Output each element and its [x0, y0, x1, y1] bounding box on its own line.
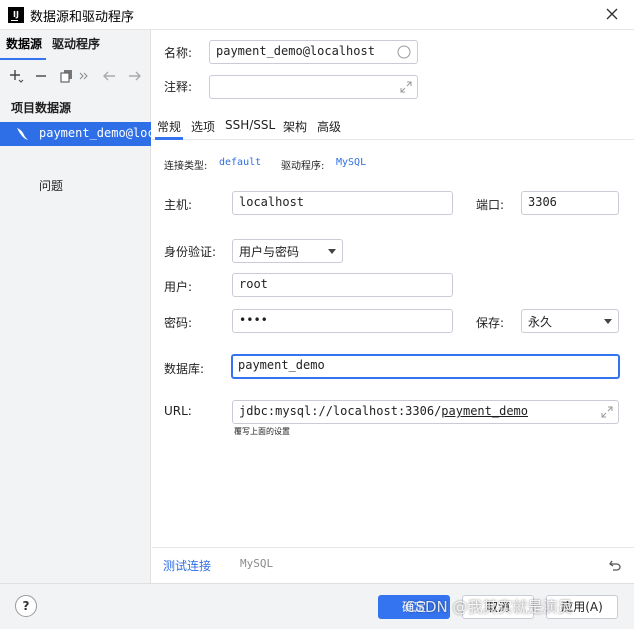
problems-label[interactable]: 问题 [39, 177, 63, 194]
remove-icon[interactable] [33, 68, 49, 84]
save-value: 永久 [528, 315, 553, 329]
driver-link[interactable]: MySQL [336, 157, 366, 168]
more-icon[interactable] [79, 68, 89, 84]
password-field[interactable]: •••• [232, 309, 453, 333]
forward-arrow-icon[interactable] [127, 68, 143, 84]
url-label: URL: [164, 404, 192, 418]
user-label: 用户: [164, 280, 193, 294]
host-value: localhost [239, 195, 305, 209]
test-connection-link[interactable]: 测试连接 [163, 557, 211, 574]
driver-label: 驱动程序: [281, 161, 325, 172]
save-select[interactable]: 永久 [521, 309, 619, 333]
expand-icon[interactable] [399, 80, 413, 94]
tab-underline [155, 137, 183, 140]
back-arrow-icon[interactable] [101, 68, 117, 84]
app-logo-icon: IJ [8, 7, 24, 23]
undo-icon[interactable] [608, 558, 622, 572]
tab-ssh-ssl[interactable]: SSH/SSL [225, 118, 275, 132]
tab-schemas[interactable]: 架构 [283, 118, 307, 135]
url-database-part: payment_demo [441, 404, 528, 418]
driver-name-label: MySQL [240, 557, 274, 570]
password-value: •••• [239, 313, 268, 327]
port-value: 3306 [528, 195, 557, 209]
port-field[interactable]: 3306 [521, 191, 619, 215]
connection-type-link[interactable]: default [219, 157, 261, 168]
watermark: CSDN @我其实就是演员 [405, 598, 573, 616]
settings-tabs: 常规 选项 SSH/SSL 架构 高级 [152, 112, 634, 140]
database-field[interactable]: payment_demo [231, 354, 620, 379]
chevron-down-icon [604, 319, 612, 324]
auth-label: 身份验证: [164, 245, 217, 259]
url-hint: 覆写上面的设置 [234, 427, 290, 436]
expand-icon[interactable] [600, 405, 614, 419]
data-source-label: payment_demo@localhost [39, 126, 151, 140]
dialog-footer: ? 确定 取消 应用(A) CSDN @我其实就是演员 [0, 583, 634, 629]
auth-select[interactable]: 用户与密码 [232, 239, 343, 263]
mysql-dolphin-icon [17, 128, 28, 140]
tab-drivers[interactable]: 驱动程序 [52, 35, 100, 52]
tab-data-sources[interactable]: 数据源 [6, 35, 42, 52]
port-label: 端口: [476, 198, 505, 212]
name-label: 名称: [164, 46, 193, 60]
connection-type-label: 连接类型: [164, 161, 208, 172]
tab-general[interactable]: 常规 [157, 118, 181, 135]
data-source-item[interactable]: payment_demo@localhost [0, 122, 151, 146]
project-data-sources-label: 项目数据源 [11, 101, 72, 115]
comment-label: 注释: [164, 80, 193, 94]
user-value: root [239, 277, 268, 291]
tab-underline [0, 58, 46, 60]
left-toolbar [0, 66, 151, 88]
host-label: 主机: [164, 198, 193, 212]
database-value: payment_demo [238, 358, 325, 372]
left-tabs: 数据源 驱动程序 [0, 30, 151, 60]
url-field[interactable]: jdbc:mysql://localhost:3306/payment_demo [232, 400, 619, 424]
close-icon[interactable] [604, 6, 620, 22]
add-icon[interactable] [8, 68, 24, 84]
user-field[interactable]: root [232, 273, 453, 297]
comment-field[interactable] [209, 75, 418, 99]
bottom-strip: 测试连接 MySQL [152, 547, 634, 583]
data-source-settings: 名称: payment_demo@localhost 注释: 常规 选项 SSH… [152, 30, 634, 583]
left-panel: 数据源 驱动程序 项目数据源 payment_demo@localhost [0, 30, 151, 583]
copy-icon[interactable] [59, 68, 75, 84]
save-label: 保存: [476, 316, 505, 330]
window-title: 数据源和驱动程序 [30, 10, 135, 25]
tab-options[interactable]: 选项 [191, 118, 215, 135]
auth-value: 用户与密码 [239, 245, 300, 259]
tab-advanced[interactable]: 高级 [317, 118, 341, 135]
color-circle-icon[interactable] [397, 45, 411, 59]
name-value: payment_demo@localhost [216, 44, 375, 58]
help-button[interactable]: ? [15, 595, 37, 617]
host-field[interactable]: localhost [232, 191, 453, 215]
title-bar: IJ 数据源和驱动程序 [0, 0, 634, 30]
url-prefix: jdbc:mysql://localhost:3306/ [239, 404, 442, 418]
password-label: 密码: [164, 316, 193, 330]
database-label: 数据库: [164, 362, 205, 376]
name-field[interactable]: payment_demo@localhost [209, 40, 418, 64]
chevron-down-icon [328, 249, 336, 254]
